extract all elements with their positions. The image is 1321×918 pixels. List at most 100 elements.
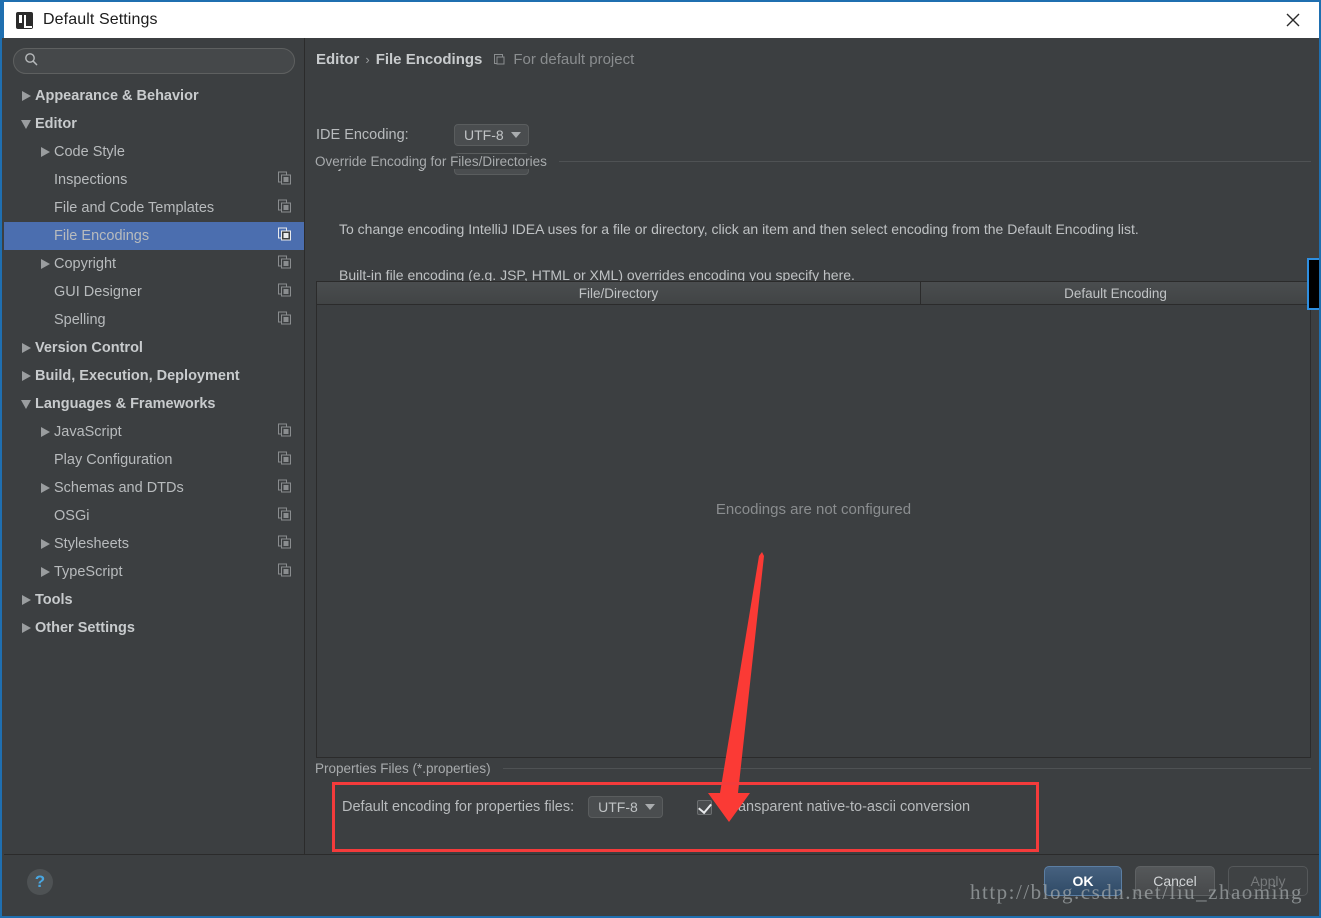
search-box[interactable] bbox=[13, 48, 295, 74]
properties-encoding-value: UTF-8 bbox=[598, 799, 638, 815]
copy-settings-icon[interactable] bbox=[278, 423, 291, 441]
chevron-right-icon[interactable] bbox=[36, 567, 54, 577]
intellij-idea-icon bbox=[16, 11, 33, 29]
sidebar-item-gui-designer[interactable]: GUI Designer bbox=[4, 278, 304, 306]
ide-encoding-row: IDE Encoding: UTF-8 bbox=[316, 124, 529, 146]
sidebar-item-schemas-and-dtds[interactable]: Schemas and DTDs bbox=[4, 474, 304, 502]
properties-encoding-label: Default encoding for properties files: bbox=[342, 799, 575, 815]
override-encoding-group-title: Override Encoding for Files/Directories bbox=[315, 154, 555, 169]
ok-button[interactable]: OK bbox=[1044, 866, 1122, 896]
chevron-right-icon[interactable] bbox=[17, 371, 35, 381]
copy-settings-icon[interactable] bbox=[278, 283, 291, 301]
sidebar-item-label: Editor bbox=[35, 116, 77, 132]
title-bar: Default Settings bbox=[2, 0, 1319, 38]
sidebar-item-typescript[interactable]: TypeScript bbox=[4, 558, 304, 586]
sidebar-item-file-encodings[interactable]: File Encodings bbox=[4, 222, 304, 250]
copy-settings-icon[interactable] bbox=[278, 535, 291, 553]
properties-encoding-dropdown[interactable]: UTF-8 bbox=[588, 796, 663, 818]
sidebar-item-label: Spelling bbox=[54, 312, 106, 328]
chevron-right-icon[interactable] bbox=[36, 427, 54, 437]
chevron-right-icon[interactable] bbox=[36, 483, 54, 493]
chevron-right-icon[interactable] bbox=[36, 259, 54, 269]
sidebar-item-stylesheets[interactable]: Stylesheets bbox=[4, 530, 304, 558]
cancel-button[interactable]: Cancel bbox=[1135, 866, 1215, 896]
settings-tree: Appearance & Behavior Editor Code Style Ins… bbox=[4, 82, 304, 642]
sidebar-item-label: Languages & Frameworks bbox=[35, 396, 216, 412]
sidebar-item-code-style[interactable]: Code Style bbox=[4, 138, 304, 166]
copy-settings-icon[interactable] bbox=[278, 563, 291, 581]
help-button[interactable]: ? bbox=[27, 869, 53, 895]
sidebar-item-label: Tools bbox=[35, 592, 73, 608]
sidebar-item-version-control[interactable]: Version Control bbox=[4, 334, 304, 362]
sidebar-item-appearance-behavior[interactable]: Appearance & Behavior bbox=[4, 82, 304, 110]
sidebar-item-label: Schemas and DTDs bbox=[54, 480, 184, 496]
sidebar-item-label: Play Configuration bbox=[54, 452, 173, 468]
encodings-table[interactable]: File/Directory Default Encoding Encoding… bbox=[316, 281, 1311, 758]
chevron-down-icon[interactable] bbox=[17, 119, 35, 129]
chevron-right-icon[interactable] bbox=[17, 623, 35, 633]
settings-sidebar: Appearance & Behavior Editor Code Style Ins… bbox=[4, 38, 305, 856]
sidebar-item-spelling[interactable]: Spelling bbox=[4, 306, 304, 334]
sidebar-item-play-configuration[interactable]: Play Configuration bbox=[4, 446, 304, 474]
chevron-right-icon[interactable] bbox=[36, 539, 54, 549]
sidebar-item-other-settings[interactable]: Other Settings bbox=[4, 614, 304, 642]
settings-content-pane: Editor › File Encodings For default proj… bbox=[306, 38, 1319, 865]
project-scope-icon bbox=[494, 53, 507, 70]
sidebar-item-javascript[interactable]: JavaScript bbox=[4, 418, 304, 446]
chevron-right-icon[interactable] bbox=[17, 91, 35, 101]
copy-settings-icon[interactable] bbox=[278, 507, 291, 525]
ide-encoding-dropdown[interactable]: UTF-8 bbox=[454, 124, 529, 146]
sidebar-item-editor[interactable]: Editor bbox=[4, 110, 304, 138]
chevron-right-icon[interactable] bbox=[36, 147, 54, 157]
search-icon bbox=[24, 52, 38, 71]
sidebar-item-inspections[interactable]: Inspections bbox=[4, 166, 304, 194]
sidebar-item-osgi[interactable]: OSGi bbox=[4, 502, 304, 530]
breadcrumb-leaf: File Encodings bbox=[375, 51, 483, 68]
sidebar-item-label: Stylesheets bbox=[54, 536, 129, 552]
close-icon[interactable] bbox=[1265, 2, 1319, 38]
transparent-native-to-ascii-checkbox[interactable] bbox=[696, 799, 712, 815]
chevron-down-icon[interactable] bbox=[17, 399, 35, 409]
window-title: Default Settings bbox=[43, 11, 158, 28]
table-empty-message: Encodings are not configured bbox=[715, 501, 912, 518]
sidebar-item-label: Build, Execution, Deployment bbox=[35, 368, 240, 384]
sidebar-item-label: JavaScript bbox=[54, 424, 122, 440]
column-header-file-directory[interactable]: File/Directory bbox=[317, 282, 921, 304]
settings-dialog: Default Settings Appearance & Behavior Ed… bbox=[0, 0, 1321, 918]
chevron-right-icon[interactable] bbox=[17, 595, 35, 605]
sidebar-item-tools[interactable]: Tools bbox=[4, 586, 304, 614]
chevron-right-icon[interactable] bbox=[17, 343, 35, 353]
properties-group-rule bbox=[502, 768, 1311, 769]
sidebar-item-label: Copyright bbox=[54, 256, 117, 272]
ide-encoding-value: UTF-8 bbox=[464, 127, 504, 143]
project-scope-note: For default project bbox=[513, 51, 635, 68]
sidebar-item-label: Inspections bbox=[54, 172, 128, 188]
sidebar-item-label: Appearance & Behavior bbox=[35, 88, 199, 104]
breadcrumb: Editor › File Encodings For default proj… bbox=[316, 51, 634, 68]
copy-settings-icon[interactable] bbox=[278, 199, 291, 217]
sidebar-item-label: File Encodings bbox=[54, 228, 150, 244]
copy-settings-icon[interactable] bbox=[278, 311, 291, 329]
copy-settings-icon[interactable] bbox=[278, 479, 291, 497]
clipped-popup-edge bbox=[1307, 258, 1319, 310]
breadcrumb-separator: › bbox=[365, 52, 370, 67]
copy-settings-icon[interactable] bbox=[278, 227, 291, 245]
sidebar-item-copyright[interactable]: Copyright bbox=[4, 250, 304, 278]
dialog-footer: ? OK Cancel Apply bbox=[4, 854, 1319, 914]
sidebar-item-languages-frameworks[interactable]: Languages & Frameworks bbox=[4, 390, 304, 418]
copy-settings-icon[interactable] bbox=[278, 171, 291, 189]
sidebar-item-label: Version Control bbox=[35, 340, 143, 356]
search-input[interactable] bbox=[44, 53, 284, 69]
sidebar-item-label: File and Code Templates bbox=[54, 200, 215, 216]
apply-button[interactable]: Apply bbox=[1228, 866, 1308, 896]
sidebar-item-file-and-code-templates[interactable]: File and Code Templates bbox=[4, 194, 304, 222]
sidebar-item-build-execution-deployment[interactable]: Build, Execution, Deployment bbox=[4, 362, 304, 390]
sidebar-item-label: TypeScript bbox=[54, 564, 123, 580]
sidebar-item-label: OSGi bbox=[54, 508, 90, 524]
override-encoding-group-rule bbox=[558, 161, 1311, 162]
column-header-default-encoding[interactable]: Default Encoding bbox=[921, 282, 1310, 304]
copy-settings-icon[interactable] bbox=[278, 451, 291, 469]
breadcrumb-root[interactable]: Editor bbox=[316, 51, 359, 68]
copy-settings-icon[interactable] bbox=[278, 255, 291, 273]
ide-encoding-label: IDE Encoding: bbox=[316, 127, 409, 143]
